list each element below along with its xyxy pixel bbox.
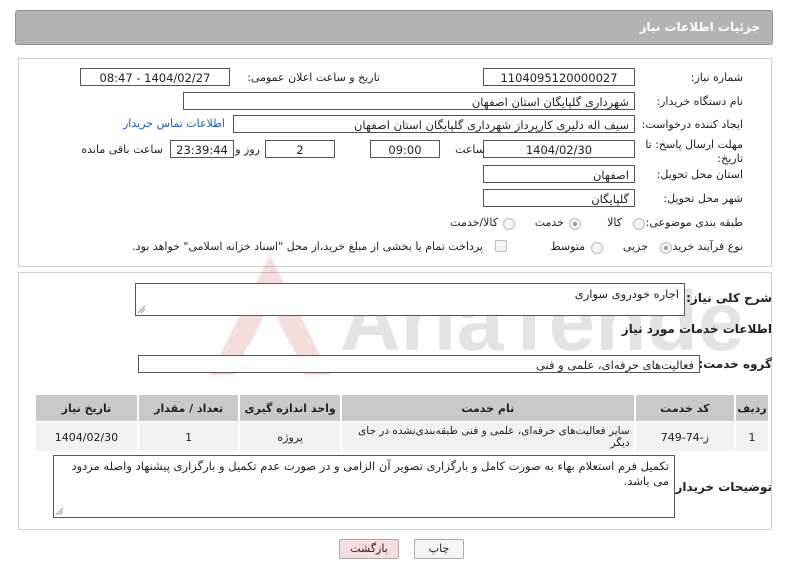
col-quantity: تعداد / مقدار [136,393,241,423]
resize-grip-icon[interactable] [56,508,63,515]
need-summary-label: شرح کلی نیاز: [686,291,772,305]
col-unit: واحد اندازه گیری [238,393,342,423]
table-row: 1 ز-74-749 سایر فعالیت‌های حرفه‌ای، علمی… [34,421,770,453]
resize-grip-icon[interactable] [138,306,145,313]
remaining-time-label: ساعت باقی مانده [81,143,163,156]
treasury-payment-checkbox[interactable] [495,240,507,252]
col-row-number: ردیف [734,393,770,423]
category-label: طبقه بندی موضوعی: [645,216,743,229]
process-medium-radio[interactable] [591,242,603,254]
requester-field: سیف اله دلیری کارپرداز شهرداری گلپایگان … [233,115,635,133]
service-group-field: فعالیت‌های حرفه‌ای، علمی و فنی [138,355,700,373]
deadline-label-date: تاریخ: [717,152,743,165]
category-goods-service-label: کالا/خدمت [450,216,498,229]
col-need-date: تاریخ نیاز [34,393,139,423]
category-service-label: خدمت [534,216,564,229]
col-service-code: کد خدمت [633,393,737,423]
process-medium-label: متوسط [550,240,585,253]
service-code-cell: ز-74-749 [633,421,737,453]
announce-datetime-field: 1404/02/27 - 08:47 [80,68,230,86]
buyer-org-label: نام دستگاه خریدار: [656,95,743,108]
services-section-title: اطلاعات خدمات مورد نیاز [621,322,772,336]
province-field: اصفهان [483,165,635,183]
page-header: جزئیات اطلاعات نیاز [15,10,773,45]
service-name-cell: سایر فعالیت‌های حرفه‌ای، علمی و فنی طبقه… [339,421,636,453]
remaining-time-field: 23:39:44 [170,140,234,158]
need-date-cell: 1404/02/30 [34,421,139,453]
city-label: شهر محل تحویل: [663,192,743,205]
buyer-notes-textarea: تکمیل فرم استعلام بهاء به صورت کامل و با… [53,455,675,518]
need-number-label: شماره نیاز: [690,71,743,84]
quantity-cell: 1 [136,421,241,453]
service-group-label: گروه خدمت: [698,357,772,371]
deadline-date-field: 1404/02/30 [483,140,635,158]
back-button[interactable]: بازگشت [339,539,399,559]
process-type-label: نوع فرآیند خرید : [665,240,743,253]
deadline-label: مهلت ارسال پاسخ: تا [645,138,743,151]
deadline-time-field: 09:00 [370,140,440,158]
announce-datetime-label: تاریخ و ساعت اعلان عمومی: [247,71,380,84]
need-summary-textarea: اجاره خودروی سواری [135,283,685,316]
buyer-contact-link[interactable]: اطلاعات تماس خریدار [123,117,225,130]
treasury-payment-note: پرداخت تمام یا بخشی از مبلغ خرید،از محل … [132,240,483,253]
buyer-org-field: شهرداری گلپایگان استان اصفهان [183,92,635,110]
requester-label: ایجاد کننده درخواست: [641,118,743,131]
table-header-row: ردیف کد خدمت نام خدمت واحد اندازه گیری ت… [34,393,770,423]
unit-cell: پروژه [238,421,342,453]
process-minor-label: جزیی [622,240,648,253]
category-goods-label: کالا [607,216,622,229]
days-label: روز و [235,143,260,156]
category-goods-service-radio[interactable] [503,218,515,230]
col-service-name: نام خدمت [339,393,636,423]
deadline-time-label: ساعت [455,143,485,156]
need-number-field: 1104095120000027 [483,68,635,86]
process-minor-radio[interactable] [660,242,672,254]
remaining-days-field: 2 [265,140,335,158]
buyer-notes-label: توضیحات خریدار: [670,480,772,494]
province-label: استان محل تحویل: [656,168,743,181]
page-title: جزئیات اطلاعات نیاز [639,20,760,34]
info-panel [18,58,772,267]
city-field: گلپایگان [483,189,635,207]
category-goods-radio[interactable] [633,218,645,230]
print-button[interactable]: چاپ [414,539,464,559]
need-summary-text: اجاره خودروی سواری [574,287,679,301]
services-table: ردیف کد خدمت نام خدمت واحد اندازه گیری ت… [34,393,770,453]
buyer-notes-text: تکمیل فرم استعلام بهاء به صورت کامل و با… [71,459,669,488]
row-number-cell: 1 [734,421,770,453]
category-service-radio[interactable] [569,218,581,230]
